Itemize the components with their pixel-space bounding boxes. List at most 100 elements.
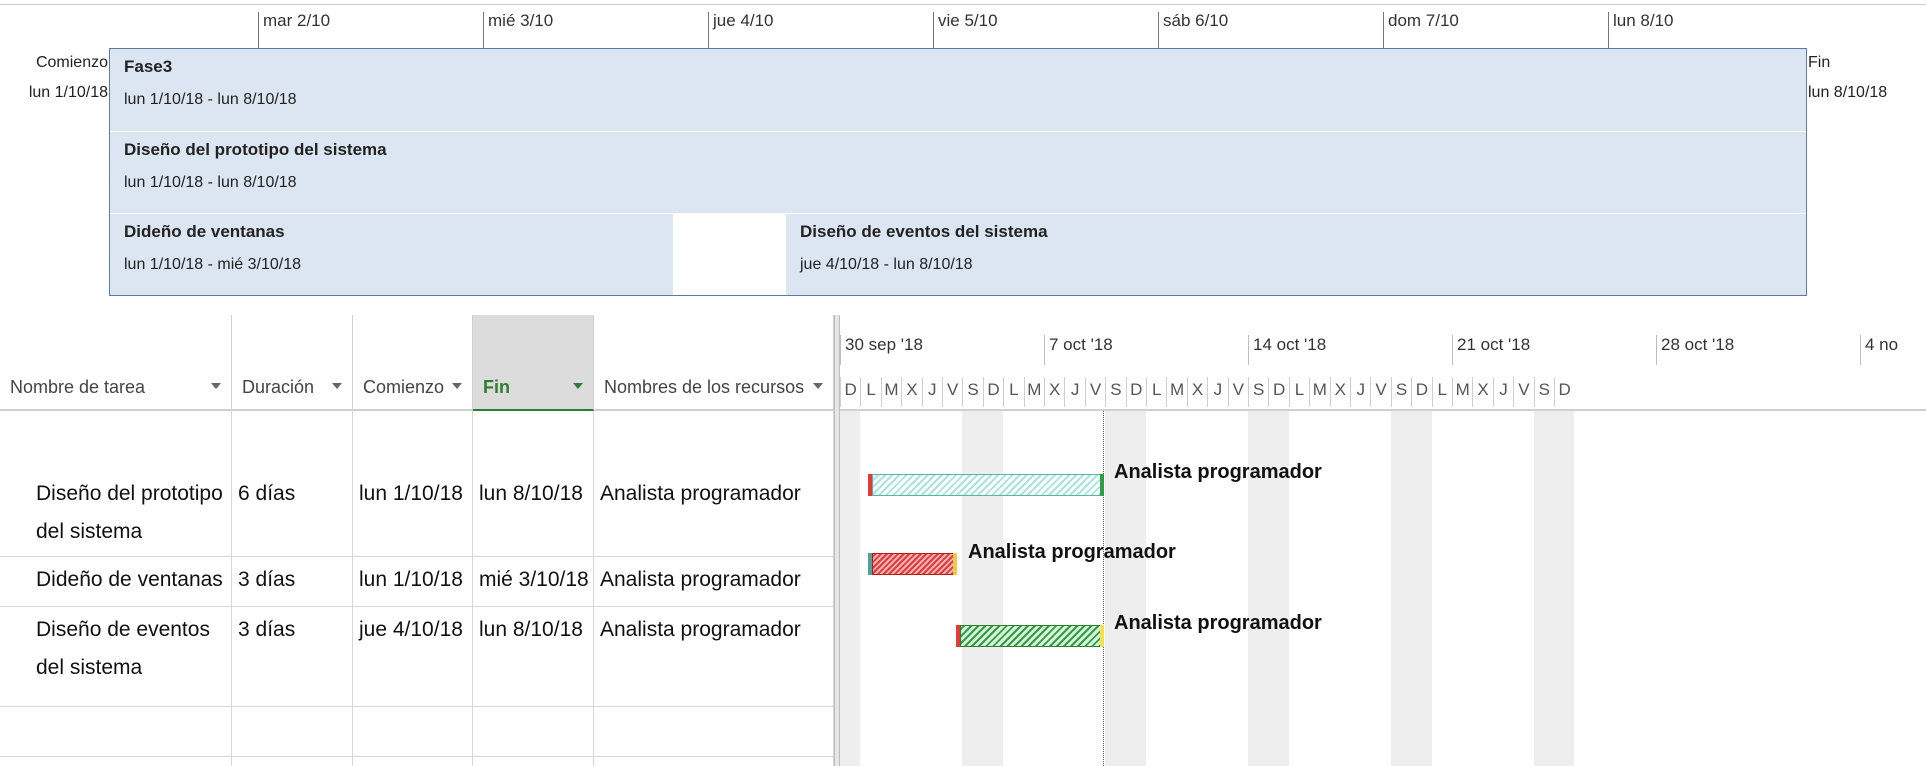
timeline-end-label: Fin	[1808, 54, 1831, 71]
day-letter: J	[1064, 377, 1084, 407]
table-cell[interactable]	[0, 411, 232, 461]
timeline-block-name: Diseño del prototipo del sistema	[124, 140, 387, 159]
day-letter: X	[1044, 377, 1064, 407]
table-row[interactable]: Diseño de eventos del sistema 3 días jue…	[0, 607, 834, 707]
day-letter: V	[942, 377, 962, 407]
duration-cell[interactable]: 3 días	[232, 607, 353, 706]
table-cell[interactable]	[353, 707, 473, 756]
week-label: 30 sep '18	[840, 335, 923, 365]
table-cell[interactable]	[594, 707, 834, 756]
dropdown-arrow-icon[interactable]	[573, 383, 583, 389]
duration-cell[interactable]: 3 días	[232, 557, 353, 606]
start-cell[interactable]: lun 1/10/18	[353, 557, 473, 606]
dropdown-arrow-icon[interactable]	[813, 383, 823, 389]
timeline-end: Fin lun 8/10/18	[1808, 48, 1887, 108]
end-cell[interactable]: lun 8/10/18	[473, 461, 594, 556]
task-bar[interactable]	[960, 625, 1102, 647]
day-letter: X	[1329, 377, 1350, 407]
day-letter: D	[1268, 377, 1288, 407]
timeline-block-task[interactable]: Diseño del prototipo del sistema lun 1/1…	[110, 131, 1806, 213]
task-name-cell[interactable]: Diseño de eventos del sistema	[0, 607, 232, 706]
day-letter: X	[1472, 377, 1492, 407]
bar-end-marker	[1100, 625, 1104, 647]
timeline-block-task[interactable]: Diseño de eventos del sistema jue 4/10/1…	[786, 213, 1806, 295]
end-cell[interactable]: mié 3/10/18	[473, 557, 594, 606]
column-header-resources[interactable]: Nombres de los recursos	[594, 315, 834, 411]
day-letter: M	[1452, 377, 1472, 407]
start-cell[interactable]: jue 4/10/18	[353, 607, 473, 706]
table-cell[interactable]	[232, 707, 353, 756]
timeline-start: Comienzo lun 1/10/18	[0, 48, 108, 108]
task-name-line: Dideño de ventanas	[36, 568, 223, 591]
timeline-end-date: lun 8/10/18	[1808, 84, 1888, 101]
task-name-line: Diseño de eventos	[36, 618, 210, 641]
table-row[interactable]: Diseño del prototipo del sistema 6 días …	[0, 461, 834, 557]
table-cell[interactable]	[594, 757, 834, 766]
task-name-cell[interactable]: Diseño del prototipo del sistema	[0, 461, 232, 556]
table-cell[interactable]	[473, 757, 594, 766]
timeline-tick: lun 8/10	[1608, 12, 1674, 48]
task-bar[interactable]	[872, 553, 954, 575]
day-letter: S	[1533, 377, 1554, 407]
table-cell[interactable]	[353, 757, 473, 766]
table-row[interactable]: Dideño de ventanas 3 días lun 1/10/18 mi…	[0, 557, 834, 607]
timeline-block-name: Dideño de ventanas	[124, 222, 285, 241]
column-header-task-name[interactable]: Nombre de tarea	[0, 315, 232, 411]
timeline-block-dates: lun 1/10/18 - mié 3/10/18	[124, 256, 302, 273]
task-name-line: del sistema	[36, 656, 143, 679]
dropdown-arrow-icon[interactable]	[211, 383, 221, 389]
duration-cell[interactable]: 6 días	[232, 461, 353, 556]
table-cell[interactable]	[0, 757, 232, 766]
resources-cell[interactable]: Analista programador	[594, 461, 834, 556]
resources-cell[interactable]: Analista programador	[594, 557, 834, 606]
timeline-gap	[673, 213, 786, 295]
day-letter: D	[982, 377, 1003, 407]
timeline-block-phase[interactable]: Fase3 lun 1/10/18 - lun 8/10/18	[110, 49, 1806, 131]
day-letter: L	[1146, 377, 1166, 407]
column-header-start[interactable]: Comienzo	[353, 315, 473, 411]
table-cell[interactable]	[232, 411, 353, 461]
task-name-cell[interactable]: Dideño de ventanas	[0, 557, 232, 606]
day-letter: V	[1227, 377, 1248, 407]
week-label: 4 no	[1860, 335, 1898, 365]
day-letter: L	[1003, 377, 1023, 407]
column-header-label: Nombres de los recursos	[604, 377, 805, 397]
timeline-top-line	[0, 4, 1926, 5]
day-letter: M	[880, 377, 901, 407]
dropdown-arrow-icon[interactable]	[452, 383, 462, 389]
bar-resource-label: Analista programador	[1114, 461, 1322, 483]
weekend-column	[840, 411, 861, 766]
week-label: 14 oct '18	[1248, 335, 1326, 365]
day-letter: J	[1492, 377, 1513, 407]
table-cell[interactable]	[353, 411, 473, 461]
day-letter: S	[1248, 377, 1268, 407]
week-label: 7 oct '18	[1044, 335, 1113, 365]
table-row-empty[interactable]	[0, 757, 834, 766]
table-cell[interactable]	[594, 411, 834, 461]
day-letter: L	[1431, 377, 1452, 407]
day-letter: X	[901, 377, 921, 407]
timeline-tick: sáb 6/10	[1158, 12, 1228, 48]
column-header-end[interactable]: Fin	[473, 315, 594, 411]
end-cell[interactable]: lun 8/10/18	[473, 607, 594, 706]
timeline-block-name: Diseño de eventos del sistema	[800, 222, 1048, 241]
timeline-tick: jue 4/10	[708, 12, 774, 48]
timeline-block-name: Fase3	[124, 57, 173, 76]
table-cell[interactable]	[0, 707, 232, 756]
table-cell[interactable]	[473, 411, 594, 461]
weekend-column	[982, 411, 1004, 766]
day-letter: D	[1554, 377, 1574, 407]
resources-cell[interactable]: Analista programador	[594, 607, 834, 706]
table-cell[interactable]	[473, 707, 594, 756]
start-cell[interactable]: lun 1/10/18	[353, 461, 473, 556]
timeline-block-task[interactable]: Dideño de ventanas lun 1/10/18 - mié 3/1…	[110, 213, 673, 295]
table-cell[interactable]	[232, 757, 353, 766]
task-bar[interactable]	[872, 474, 1101, 496]
week-label: 21 oct '18	[1452, 335, 1530, 365]
table-row-empty[interactable]	[0, 411, 834, 461]
table-row-empty[interactable]	[0, 707, 834, 757]
column-header-duration[interactable]: Duración	[232, 315, 353, 411]
dropdown-arrow-icon[interactable]	[332, 383, 342, 389]
timeline-tick: mar 2/10	[258, 12, 330, 48]
column-header-label: Comienzo	[363, 377, 445, 397]
